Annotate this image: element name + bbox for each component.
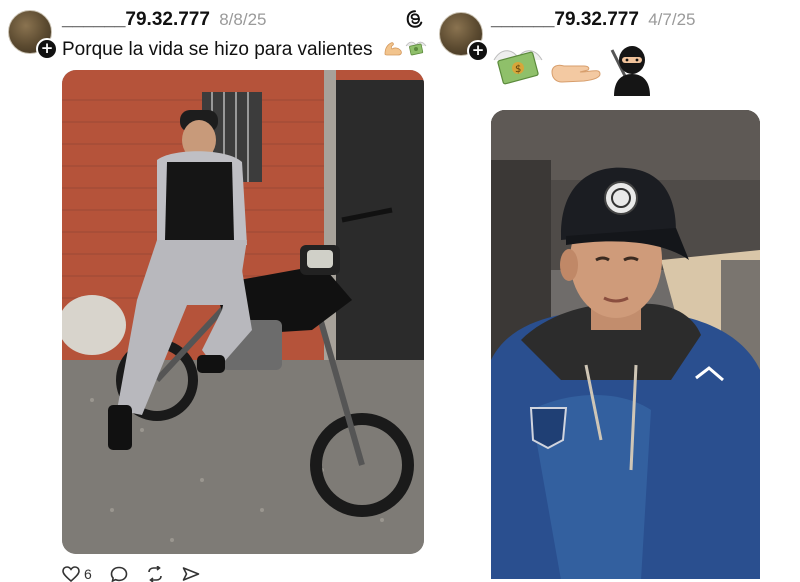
comment-button[interactable] <box>110 566 128 582</box>
post-header: ______79.32.777 8/8/25 <box>62 9 266 31</box>
post-emoji-row: $ <box>493 46 650 96</box>
money-with-wings-emoji <box>405 41 427 56</box>
threads-logo-icon <box>406 10 423 28</box>
avatar-image <box>439 12 483 56</box>
post-actions: 6 <box>62 566 200 582</box>
repost-icon <box>147 566 162 582</box>
like-button[interactable]: 6 <box>62 566 92 582</box>
username[interactable]: ______79.32.777 <box>62 9 210 30</box>
repost-button[interactable] <box>146 566 164 582</box>
like-count: 6 <box>84 566 92 582</box>
post-1: + ______79.32.777 8/8/25 Porque la vida … <box>0 0 440 582</box>
palm-up-hand-emoji <box>551 64 601 83</box>
photo-motorcycle <box>62 70 424 554</box>
caption-emojis <box>384 41 427 56</box>
photo-car-selfie <box>491 110 760 579</box>
username[interactable]: ______79.32.777 <box>491 9 639 30</box>
heart-icon <box>62 566 80 582</box>
caption-text: Porque la vida se hizo para valientes <box>62 39 373 60</box>
svg-text:$: $ <box>515 64 521 75</box>
post-date: 8/8/25 <box>219 10 267 29</box>
post-photo[interactable] <box>62 70 424 554</box>
post-photo[interactable] <box>491 110 760 579</box>
avatar[interactable]: + <box>439 12 489 62</box>
comment-icon <box>110 566 128 582</box>
flexed-biceps-emoji <box>384 42 402 56</box>
post-header: ______79.32.777 4/7/25 <box>491 9 695 31</box>
ninja-emoji <box>610 46 650 96</box>
post-date: 4/7/25 <box>648 10 696 29</box>
share-button[interactable] <box>182 566 200 582</box>
post-caption: Porque la vida se hizo para valientes <box>62 38 428 61</box>
money-with-wings-emoji: $ <box>493 50 543 85</box>
follow-plus-icon[interactable]: + <box>36 38 58 60</box>
avatar[interactable]: + <box>8 10 58 60</box>
follow-plus-icon[interactable]: + <box>467 40 489 62</box>
share-icon <box>182 567 200 581</box>
